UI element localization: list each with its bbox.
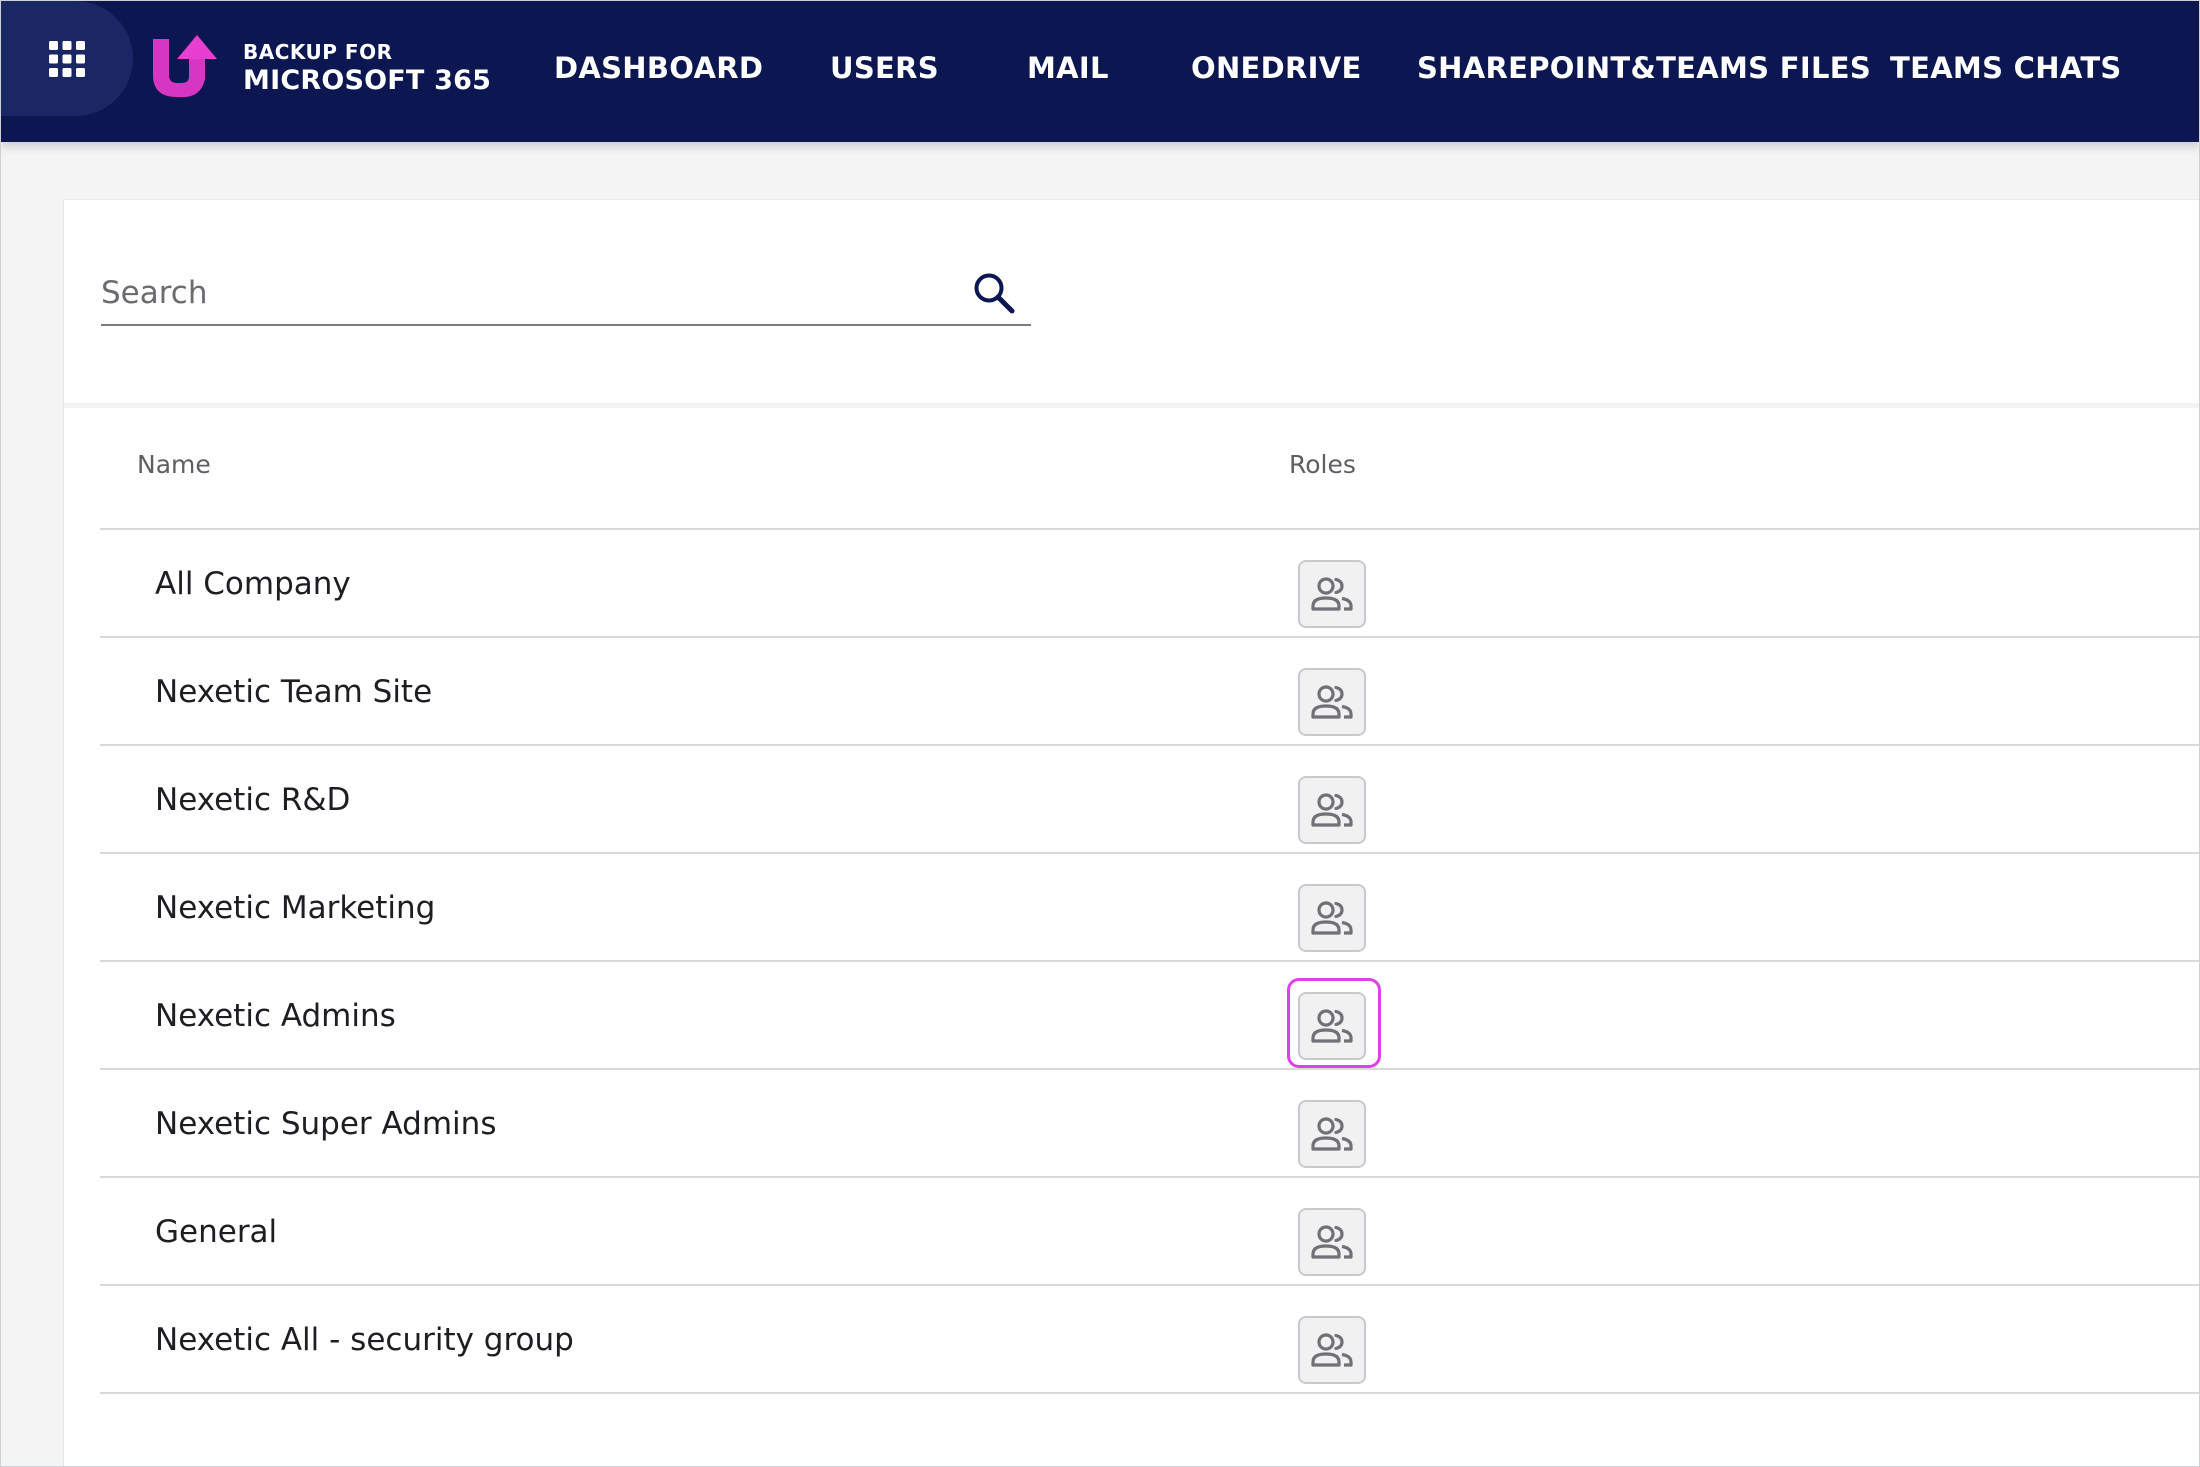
roles-button[interactable] bbox=[1298, 776, 1366, 844]
column-header-name: Name bbox=[137, 450, 211, 479]
group-name: Nexetic Super Admins bbox=[155, 1106, 497, 1142]
roles-button[interactable] bbox=[1298, 1100, 1366, 1168]
group-icon bbox=[1311, 685, 1353, 719]
nav-sharepoint-teams-files[interactable]: SHAREPOINT&TEAMS FILES bbox=[1417, 51, 1871, 85]
table-row[interactable]: All Company bbox=[100, 530, 2199, 638]
group-name: Nexetic Admins bbox=[155, 998, 396, 1034]
product-logo[interactable]: BACKUP FOR MICROSOFT 365 bbox=[149, 31, 491, 105]
column-header-roles: Roles bbox=[1289, 450, 1356, 479]
table-row[interactable]: Nexetic Marketing bbox=[100, 854, 2199, 962]
row-divider bbox=[100, 1392, 2199, 1394]
group-name: Nexetic All - security group bbox=[155, 1322, 574, 1358]
logo-text-line1: BACKUP FOR bbox=[243, 40, 393, 64]
roles-button[interactable] bbox=[1298, 560, 1366, 628]
group-icon bbox=[1311, 1117, 1353, 1151]
nav-onedrive[interactable]: ONEDRIVE bbox=[1191, 51, 1362, 85]
table-row[interactable]: General bbox=[100, 1178, 2199, 1286]
group-name: Nexetic Team Site bbox=[155, 674, 433, 710]
nav-teams-chats[interactable]: TEAMS CHATS bbox=[1890, 51, 2122, 85]
groups-panel: Name Roles All Company Nexetic Team Site N… bbox=[63, 199, 2199, 1466]
group-icon bbox=[1311, 793, 1353, 827]
roles-button[interactable] bbox=[1298, 1316, 1366, 1384]
roles-button[interactable] bbox=[1298, 668, 1366, 736]
group-name: Nexetic R&D bbox=[155, 782, 351, 818]
roles-button[interactable] bbox=[1298, 992, 1366, 1060]
group-name: General bbox=[155, 1214, 278, 1250]
group-icon bbox=[1311, 1009, 1353, 1043]
search-bar bbox=[101, 266, 1031, 326]
table-row[interactable]: Nexetic Admins bbox=[100, 962, 2199, 1070]
nav-dashboard[interactable]: DASHBOARD bbox=[554, 51, 763, 85]
nav-users[interactable]: USERS bbox=[830, 51, 939, 85]
table-row[interactable]: Nexetic Super Admins bbox=[100, 1070, 2199, 1178]
section-divider bbox=[64, 403, 2199, 408]
table-row[interactable]: Nexetic R&D bbox=[100, 746, 2199, 854]
app-launcher-button[interactable] bbox=[1, 1, 133, 116]
search-icon[interactable] bbox=[971, 270, 1017, 321]
roles-button[interactable] bbox=[1298, 884, 1366, 952]
backup-logo-icon bbox=[153, 35, 217, 97]
group-name: All Company bbox=[155, 566, 351, 602]
table-row[interactable]: Nexetic Team Site bbox=[100, 638, 2199, 746]
group-icon bbox=[1311, 1225, 1353, 1259]
search-input[interactable] bbox=[101, 266, 961, 320]
nav-mail[interactable]: MAIL bbox=[1027, 51, 1109, 85]
app-window: BACKUP FOR MICROSOFT 365 DASHBOARD USERS… bbox=[0, 0, 2200, 1467]
table-row[interactable]: Nexetic All - security group bbox=[100, 1286, 2199, 1394]
grid-icon bbox=[49, 40, 85, 77]
top-navigation-bar: BACKUP FOR MICROSOFT 365 DASHBOARD USERS… bbox=[1, 1, 2199, 142]
group-icon bbox=[1311, 577, 1353, 611]
roles-button[interactable] bbox=[1298, 1208, 1366, 1276]
group-name: Nexetic Marketing bbox=[155, 890, 436, 926]
group-icon bbox=[1311, 1333, 1353, 1367]
logo-text-line2: MICROSOFT 365 bbox=[243, 65, 492, 96]
group-icon bbox=[1311, 901, 1353, 935]
